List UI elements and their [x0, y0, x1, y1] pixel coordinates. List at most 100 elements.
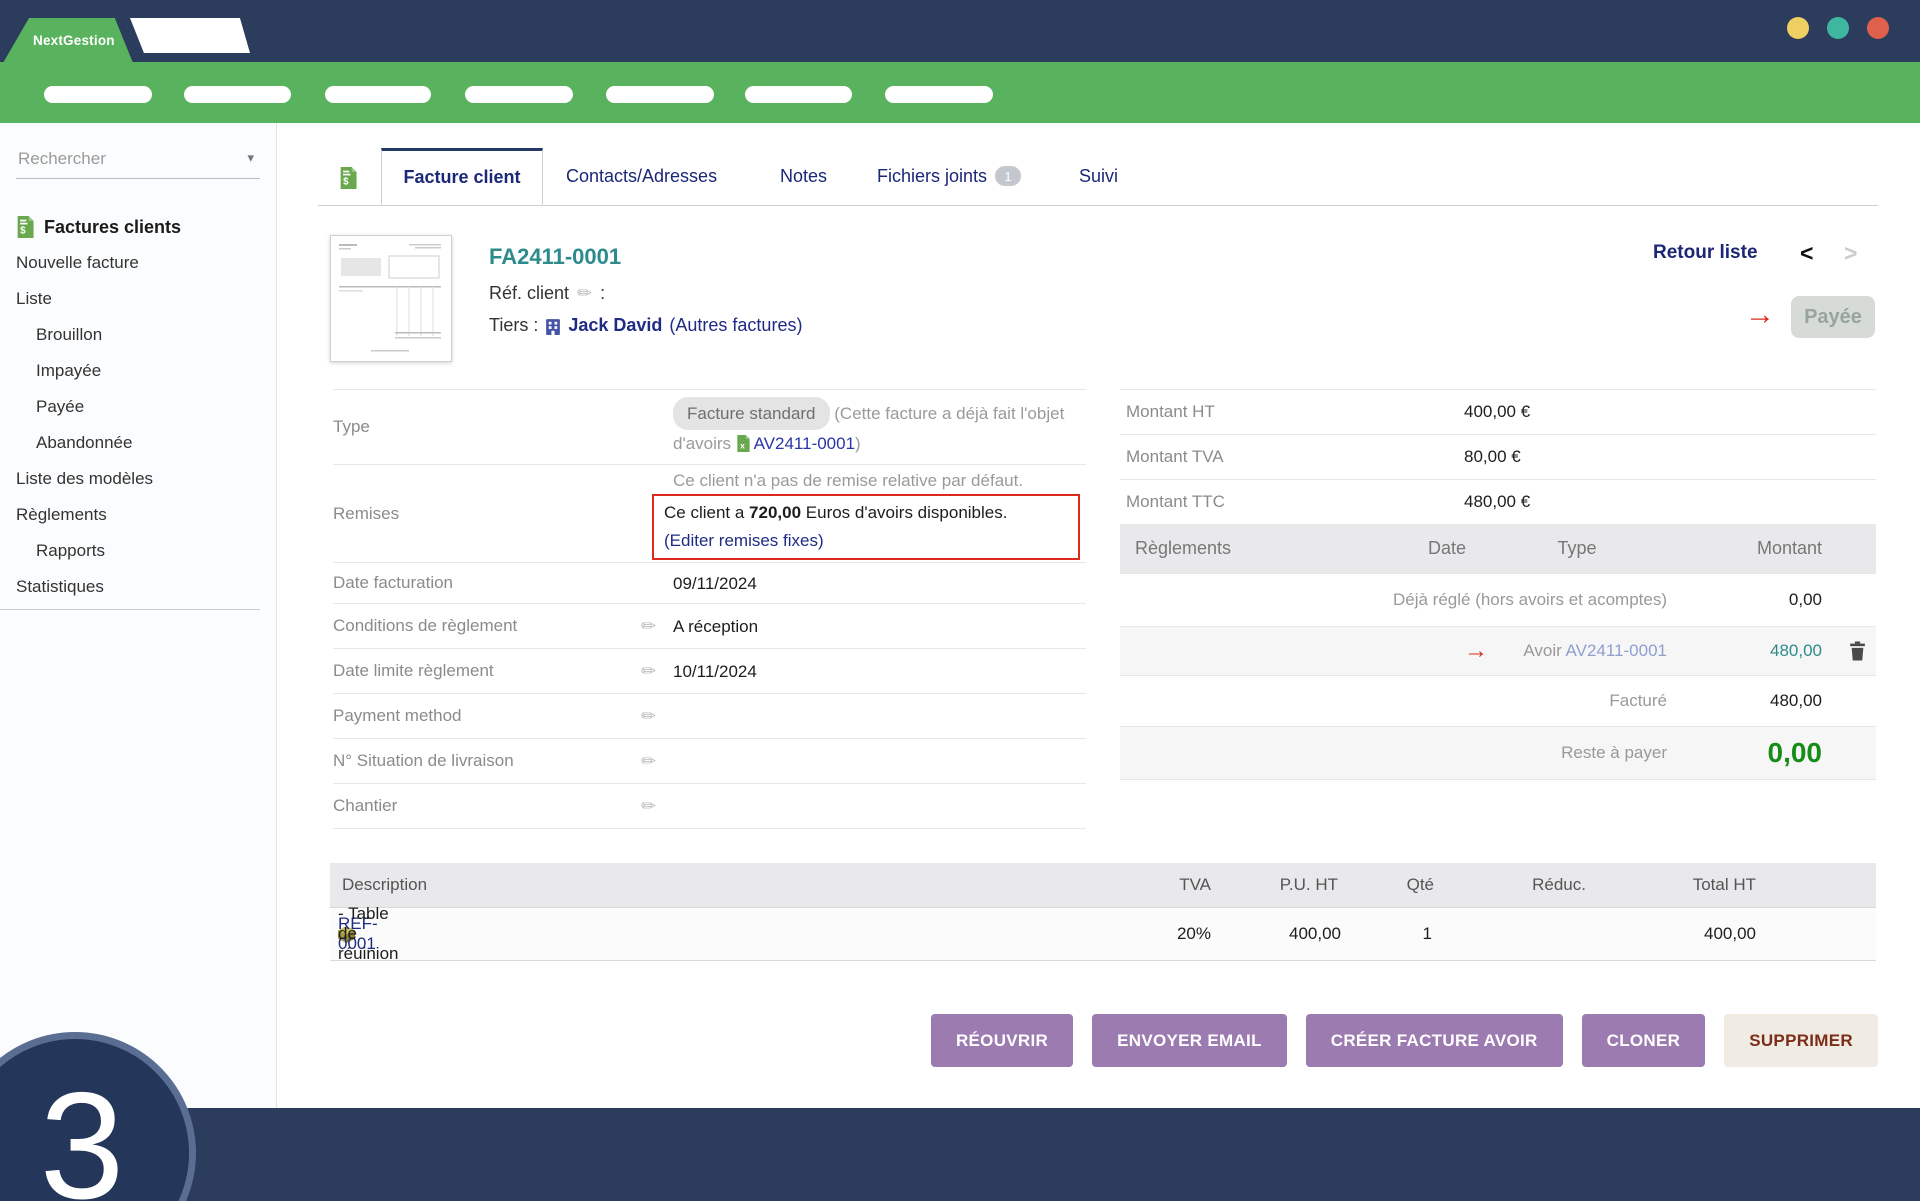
- sidebar-item-liste[interactable]: Liste: [0, 281, 276, 317]
- lines-header-qte: Qté: [1407, 863, 1434, 907]
- sidebar-item-abandonnee[interactable]: Abandonnée: [0, 425, 276, 461]
- edit-pencil-icon[interactable]: ✏: [641, 751, 656, 772]
- edit-pencil-icon[interactable]: ✏: [641, 661, 656, 682]
- invoice-number: FA2411-0001: [489, 244, 621, 270]
- montant-ttc-row: Montant TTC 480,00 €: [1120, 479, 1876, 524]
- remises-label: Remises: [333, 504, 399, 524]
- line-description-cell: REF-0001 - Table de réuinion: [338, 908, 355, 960]
- redacted-tab-shape: [130, 18, 250, 53]
- search-input[interactable]: [16, 140, 220, 178]
- cloner-button[interactable]: CLONER: [1582, 1014, 1706, 1067]
- invoice-thumbnail[interactable]: [330, 235, 452, 362]
- invoice-icon: $: [339, 167, 357, 189]
- editer-remises-fixes-link[interactable]: (Editer remises fixes): [664, 527, 1068, 555]
- product-description: - Table de réuinion: [338, 908, 398, 960]
- tiers-label: Tiers :: [489, 315, 538, 336]
- chantier-label: Chantier: [333, 796, 397, 816]
- sidebar-item-nouvelle-facture[interactable]: Nouvelle facture: [0, 245, 276, 281]
- chevron-down-icon[interactable]: ▾: [247, 150, 254, 166]
- edit-pencil-icon[interactable]: ✏: [641, 706, 656, 727]
- tab-contacts-adresses[interactable]: Contacts/Adresses: [566, 148, 717, 204]
- envoyer-email-button[interactable]: ENVOYER EMAIL: [1092, 1014, 1287, 1067]
- billed-label: Facturé: [1609, 691, 1667, 711]
- sidebar-item-impayee[interactable]: Impayée: [0, 353, 276, 389]
- autres-factures-link[interactable]: (Autres factures): [669, 315, 802, 336]
- window-close-button[interactable]: [1867, 17, 1889, 39]
- window-minimize-button[interactable]: [1787, 17, 1809, 39]
- step-number: 3: [26, 1059, 125, 1201]
- sidebar-search[interactable]: ▾: [16, 140, 260, 179]
- annotation-arrow-icon: →: [1464, 637, 1488, 665]
- lines-header: Description TVA P.U. HT Qté Réduc. Total…: [330, 863, 1876, 907]
- type-row: Type Facture standard (Cette facture a d…: [333, 389, 1086, 464]
- montant-tva-row: Montant TVA 80,00 €: [1120, 434, 1876, 479]
- montant-tva-label: Montant TVA: [1126, 447, 1224, 467]
- montant-tva-value: 80,00 €: [1464, 447, 1521, 467]
- date-facturation-value: 09/11/2024: [673, 570, 1086, 597]
- window-maximize-button[interactable]: [1827, 17, 1849, 39]
- payments-header-montant: Montant: [1757, 524, 1822, 573]
- sidebar-divider: [0, 609, 260, 610]
- tab-suivi[interactable]: Suivi: [1079, 148, 1118, 204]
- ref-client-label: Réf. client: [489, 283, 569, 304]
- lines-header-pu-ht: P.U. HT: [1280, 863, 1338, 907]
- invoice-preview-sketch: [331, 236, 449, 359]
- credit-note-payment-ref-link[interactable]: AV2411-0001: [1566, 641, 1667, 660]
- left-sidebar: ▾ $ Factures clients Nouvelle facture Li…: [0, 123, 277, 1108]
- retour-liste-link[interactable]: Retour liste: [1653, 242, 1758, 264]
- supprimer-button[interactable]: SUPPRIMER: [1724, 1014, 1878, 1067]
- nav-menu-placeholder[interactable]: [325, 86, 431, 103]
- line-qty-value: 1: [1423, 908, 1432, 960]
- type-value: Facture standard (Cette facture a déjà f…: [673, 397, 1086, 457]
- creer-facture-avoir-button[interactable]: CRÉER FACTURE AVOIR: [1306, 1014, 1563, 1067]
- payments-header-date: Date: [1405, 524, 1489, 573]
- prev-invoice-chevron-icon[interactable]: <: [1800, 240, 1813, 267]
- tiers-line: Tiers : Jack David (Autres factures): [489, 315, 802, 336]
- chantier-row: Chantier ✏: [333, 783, 1086, 828]
- nav-menu-placeholder[interactable]: [184, 86, 291, 103]
- tab-facture-client[interactable]: Facture client: [381, 148, 543, 205]
- remaining-row: Reste à payer 0,00: [1120, 726, 1876, 780]
- sidebar-item-liste-des-modeles[interactable]: Liste des modèles: [0, 461, 276, 497]
- credit-note-doc-icon: x: [736, 435, 750, 452]
- sidebar-item-payee[interactable]: Payée: [0, 389, 276, 425]
- reouvrir-button[interactable]: RÉOUVRIR: [931, 1014, 1073, 1067]
- invoice-details-table: Type Facture standard (Cette facture a d…: [333, 389, 1086, 829]
- sidebar-item-brouillon[interactable]: Brouillon: [0, 317, 276, 353]
- edit-pencil-icon[interactable]: ✏: [641, 796, 656, 817]
- date-facturation-row: Date facturation 09/11/2024: [333, 562, 1086, 603]
- date-limite-row: Date limite règlement ✏ 10/11/2024: [333, 648, 1086, 693]
- credit-note-payment-label: Avoir AV2411-0001: [1523, 641, 1667, 661]
- nav-menu-placeholder[interactable]: [745, 86, 852, 103]
- next-invoice-chevron-icon[interactable]: >: [1844, 240, 1857, 267]
- montant-ht-row: Montant HT 400,00 €: [1120, 389, 1876, 434]
- montant-ht-value: 400,00 €: [1464, 402, 1530, 422]
- edit-pencil-icon[interactable]: ✏: [577, 283, 592, 304]
- edit-pencil-icon[interactable]: ✏: [641, 616, 656, 637]
- sidebar-section-header[interactable]: $ Factures clients: [16, 212, 181, 242]
- montant-ttc-label: Montant TTC: [1126, 492, 1225, 512]
- sidebar-item-statistiques[interactable]: Statistiques: [0, 569, 276, 605]
- facture-standard-badge: Facture standard: [673, 397, 830, 430]
- nav-menu-placeholder[interactable]: [44, 86, 152, 103]
- credit-amount: 720,00: [749, 503, 801, 522]
- tab-fichiers-joints[interactable]: Fichiers joints 1: [877, 148, 1021, 204]
- tab-fichiers-joints-label: Fichiers joints: [877, 166, 987, 187]
- tiers-name-link[interactable]: Jack David: [568, 315, 662, 336]
- tab-notes[interactable]: Notes: [780, 148, 827, 204]
- type-label: Type: [333, 417, 370, 437]
- nav-menu-placeholder[interactable]: [606, 86, 714, 103]
- nav-menu-placeholder[interactable]: [465, 86, 573, 103]
- sidebar-item-reglements[interactable]: Règlements: [0, 497, 276, 533]
- nav-menu-placeholder[interactable]: [885, 86, 993, 103]
- attachments-count-badge: 1: [995, 166, 1021, 186]
- sidebar-item-rapports[interactable]: Rapports: [0, 533, 276, 569]
- delete-trash-icon[interactable]: [1849, 642, 1866, 661]
- already-paid-row: Déjà réglé (hors avoirs et acomptes) 0,0…: [1120, 573, 1876, 626]
- brand-logo-text: NextGestion: [33, 18, 115, 63]
- invoice-icon: $: [16, 216, 34, 238]
- annotation-arrow-icon: →: [1745, 298, 1775, 332]
- conditions-reglement-label: Conditions de règlement: [333, 616, 517, 636]
- credit-note-ref-link[interactable]: AV2411-0001: [754, 434, 855, 453]
- invoice-lines-table: Description TVA P.U. HT Qté Réduc. Total…: [330, 863, 1876, 961]
